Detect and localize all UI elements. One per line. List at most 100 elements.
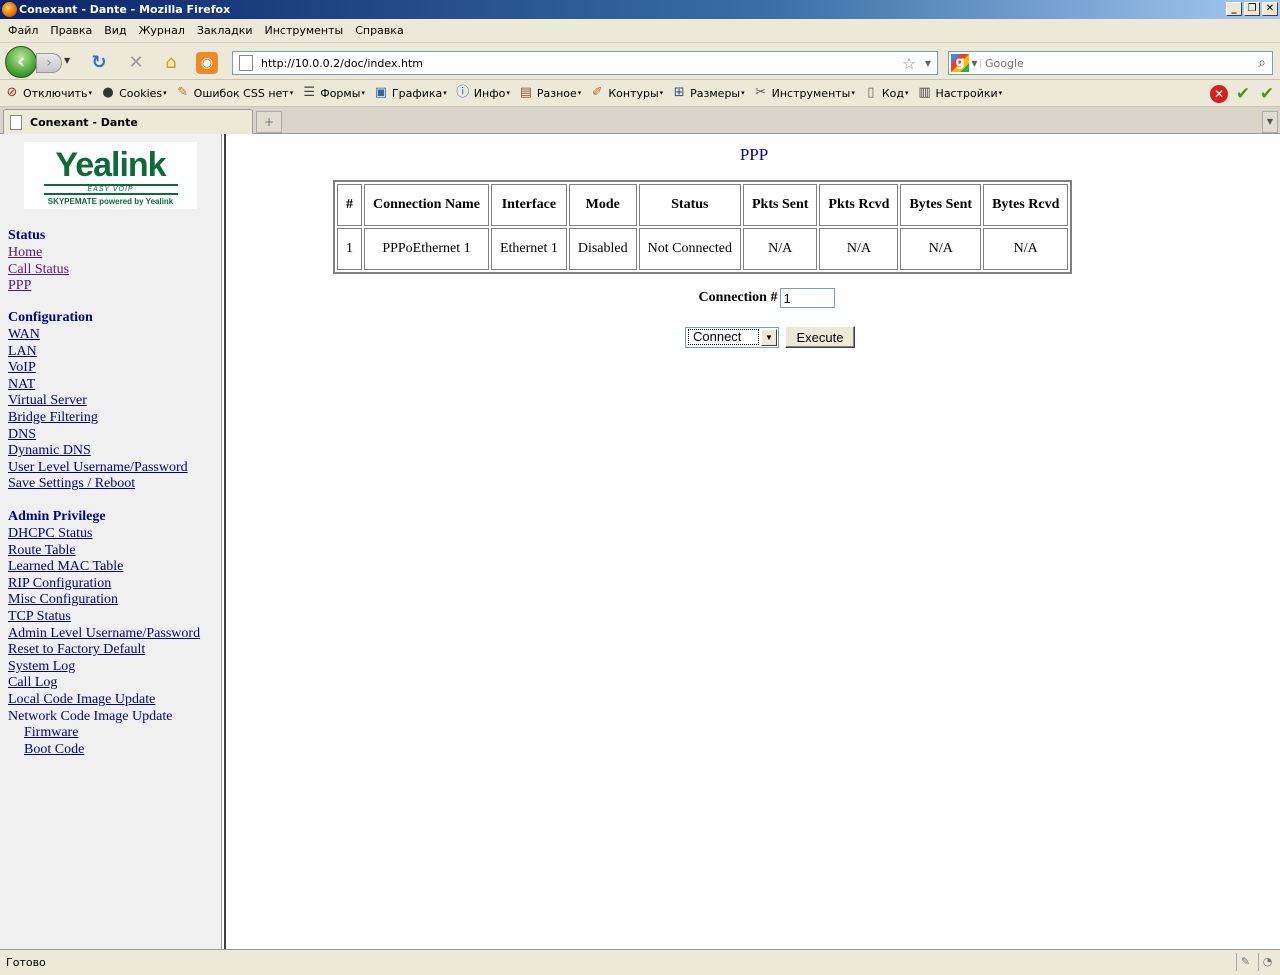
rss-status-icon[interactable]: ◔: [1258, 953, 1276, 971]
sidebar-link-dns[interactable]: DNS: [8, 427, 188, 444]
connection-number-input[interactable]: [780, 288, 836, 308]
sidebar-link-dynamic-dns[interactable]: Dynamic DNS: [8, 443, 188, 460]
chevron-down-icon: ▾: [577, 89, 582, 97]
images-icon: ▣: [374, 85, 388, 100]
sidebar-link-admin-level-username-password[interactable]: Admin Level Username/Password: [8, 626, 200, 643]
outline-icon: ✐: [591, 85, 603, 100]
chevron-down-icon: ▾: [659, 89, 664, 97]
menu-item-2[interactable]: Вид: [98, 20, 132, 42]
devbar-menu-9[interactable]: ✂ Инструменты ▾: [753, 85, 855, 101]
devbar-menu-label: Настройки: [935, 86, 998, 100]
page-content: Yealink EASY VOIP SKYPEMATE powered by Y…: [0, 134, 1280, 949]
devbar-menu-8[interactable]: ⊞ Размеры ▾: [671, 85, 745, 101]
sidebar-link-firmware[interactable]: Firmware: [8, 725, 200, 742]
sidebar-link-tcp-status[interactable]: TCP Status: [8, 609, 200, 626]
devbar-menu-11[interactable]: ▥ Настройки ▾: [917, 85, 1002, 101]
select-arrow-icon[interactable]: ▼: [761, 328, 777, 346]
devbar-menu-2[interactable]: ✎ Ошибок CSS нет ▾: [175, 85, 293, 101]
devbar-menu-7[interactable]: ✐ Контуры ▾: [589, 85, 663, 101]
menu-item-6[interactable]: Справка: [349, 20, 409, 42]
back-button[interactable]: ‹: [5, 46, 37, 78]
devbar-menu-10[interactable]: ▯ Код ▾: [863, 85, 908, 101]
stop-icon[interactable]: ✕: [125, 52, 147, 74]
sidebar-link-nat[interactable]: NAT: [8, 377, 188, 394]
css-valid-check-icon[interactable]: ✔: [1234, 85, 1252, 103]
sidebar-link-wan[interactable]: WAN: [8, 327, 188, 344]
url-bar[interactable]: http://10.0.0.2/doc/index.htm ☆ ▼: [232, 51, 938, 75]
menu-item-1[interactable]: Правка: [44, 20, 98, 42]
action-select[interactable]: Connect ▼: [685, 326, 779, 348]
cookie-icon: ●: [102, 85, 114, 100]
js-valid-check-icon[interactable]: ✔: [1258, 85, 1276, 103]
sidebar-link-lan[interactable]: LAN: [8, 344, 188, 361]
status-bar: Готово ✎ ◔: [0, 949, 1280, 975]
search-engine-dropdown-icon[interactable]: ▼: [969, 58, 981, 68]
action-select-value[interactable]: Connect: [688, 329, 759, 345]
bookmark-star-icon[interactable]: ☆: [899, 54, 919, 73]
sidebar-frame: Yealink EASY VOIP SKYPEMATE powered by Y…: [0, 134, 222, 949]
window-controls: _ ❐ ✕: [1226, 2, 1278, 16]
sidebar-link-call-log[interactable]: Call Log: [8, 675, 200, 692]
search-magnifier-icon[interactable]: ⌕: [1252, 55, 1272, 71]
home-icon[interactable]: ⌂: [160, 52, 182, 74]
sidebar-link-route-table[interactable]: Route Table: [8, 543, 200, 560]
menu-item-0[interactable]: Файл: [2, 20, 44, 42]
sidebar-link-home[interactable]: Home: [8, 245, 69, 262]
devbar-menu-6[interactable]: ▤ Разное ▾: [518, 85, 582, 101]
tab-list-dropdown-icon[interactable]: ▼: [1262, 111, 1278, 133]
search-bar[interactable]: g ▼ ⌕: [948, 51, 1273, 75]
devbar-menu-1[interactable]: ● Cookies ▾: [100, 85, 166, 101]
url-text[interactable]: http://10.0.0.2/doc/index.htm: [261, 57, 899, 70]
devbar-menu-0[interactable]: ⊘ Отключить ▾: [4, 85, 93, 101]
error-status-icon[interactable]: ✕: [1210, 85, 1228, 103]
sidebar-link-rip-configuration[interactable]: RIP Configuration: [8, 576, 200, 593]
sidebar-link-reset-to-factory-default[interactable]: Reset to Factory Default: [8, 642, 200, 659]
sidebar-link-boot-code[interactable]: Boot Code: [8, 742, 200, 759]
devbar-menu-4[interactable]: ▣ Графика ▾: [373, 85, 447, 101]
menu-item-4[interactable]: Закладки: [191, 20, 259, 42]
sidebar-link-save-settings-reboot[interactable]: Save Settings / Reboot: [8, 476, 188, 493]
column-header: Bytes Sent: [900, 184, 982, 226]
ppp-connections-table: # Connection Name Interface Mode Status Pkts …: [333, 180, 1073, 274]
sidebar-link-learned-mac-table[interactable]: Learned MAC Table: [8, 559, 200, 576]
menu-item-5[interactable]: Инструменты: [259, 20, 350, 42]
chevron-down-icon: ▾: [741, 89, 745, 97]
sidebar-link-virtual-server[interactable]: Virtual Server: [8, 393, 188, 410]
sidebar-link-user-level-username-password[interactable]: User Level Username/Password: [8, 460, 188, 477]
sidebar-link-local-code-image-update[interactable]: Local Code Image Update: [8, 692, 200, 709]
frame-divider[interactable]: [222, 134, 226, 949]
nav-section-0: Status Home Call Status PPP: [8, 228, 69, 295]
sidebar-link-misc-configuration[interactable]: Misc Configuration: [8, 592, 200, 609]
devbar-menu-label: Разное: [536, 86, 577, 100]
devbar-menu-5[interactable]: ⓘ Инфо ▾: [455, 85, 510, 101]
sidebar-link-dhcpc-status[interactable]: DHCPC Status: [8, 526, 200, 543]
devbar-menu-3[interactable]: ☰ Формы ▾: [301, 85, 365, 101]
sidebar-link-call-status[interactable]: Call Status: [8, 262, 69, 279]
sidebar-link-system-log[interactable]: System Log: [8, 659, 200, 676]
search-input[interactable]: [985, 56, 1252, 70]
maximize-button[interactable]: ❐: [1244, 2, 1260, 16]
rss-feed-icon[interactable]: ◉: [196, 52, 218, 74]
reload-icon[interactable]: ↻: [88, 52, 110, 74]
sidebar-link-ppp[interactable]: PPP: [8, 278, 69, 295]
minimize-button[interactable]: _: [1226, 2, 1242, 16]
sidebar-link-network-code-image-update: Network Code Image Update: [8, 708, 173, 724]
forward-button[interactable]: ›: [36, 53, 62, 73]
chevron-down-icon: ▾: [361, 89, 365, 97]
google-engine-icon[interactable]: g: [951, 54, 969, 72]
new-tab-button[interactable]: +: [256, 111, 282, 133]
column-header: Interface: [490, 184, 567, 226]
addon-status-icon[interactable]: ✎: [1236, 953, 1254, 971]
table-cell: 1: [337, 228, 362, 270]
nav-section-heading: Admin Privilege: [8, 509, 106, 524]
tab-conexant-dante[interactable]: Conexant - Dante: [3, 109, 253, 134]
history-dropdown-icon[interactable]: ▼: [64, 56, 70, 65]
menu-item-3[interactable]: Журнал: [133, 20, 191, 42]
close-window-button[interactable]: ✕: [1262, 2, 1278, 16]
sidebar-link-bridge-filtering[interactable]: Bridge Filtering: [8, 410, 188, 427]
execute-button[interactable]: Execute: [785, 326, 855, 348]
sidebar-link-voip[interactable]: VoIP: [8, 360, 188, 377]
devbar-menu-label: Код: [881, 86, 905, 100]
url-dropdown-icon[interactable]: ▼: [919, 59, 937, 68]
yealink-logo: Yealink EASY VOIP SKYPEMATE powered by Y…: [24, 142, 197, 209]
